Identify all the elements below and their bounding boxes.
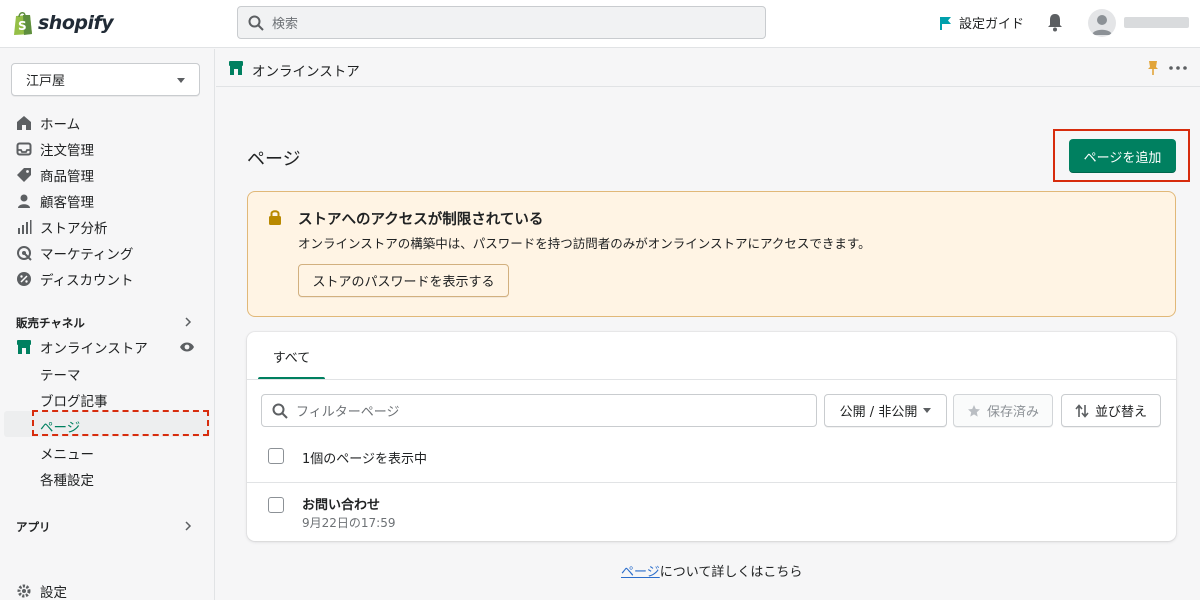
online-store-label: オンラインストア [40,341,148,357]
page-count-text: 1個のページを表示中 [302,452,428,467]
nav-item-products[interactable]: 商品管理 [16,165,94,185]
sales-channels-title: 販売チャネル [16,316,85,330]
lock-icon [269,210,281,225]
user-avatar[interactable] [1088,9,1116,37]
sidebar: 江戸屋 ホーム 注文管理 商品管理 顧客管理 ストア分析 マーケティング ディス… [0,49,215,600]
logo-text: shopify [38,12,114,34]
tab-divider [247,379,1176,380]
user-name-redacted[interactable] [1124,17,1189,28]
store-name: 江戸屋 [26,74,66,89]
gear-icon [17,584,31,598]
filter-placeholder: フィルターページ [296,405,400,420]
nav-item-discounts[interactable]: ディスカウント [16,269,134,289]
filter-pages-input[interactable]: フィルターページ [261,394,817,427]
store-selector[interactable]: 江戸屋 [11,63,200,96]
saved-button[interactable]: 保存済み [953,394,1053,427]
shopify-logo[interactable]: S shopify [12,10,114,36]
nav-label: マーケティング [40,247,134,263]
inbox-icon [16,142,32,156]
pages-list-card: すべて フィルターページ 公開 / 非公開 保存済み 並び替え 1個のページを表… [247,332,1176,541]
channel-title: オンラインストア [252,64,360,80]
notification-bell-icon[interactable] [1046,12,1064,32]
eye-icon[interactable] [179,341,195,353]
channel-header-bar: オンラインストア [216,49,1200,87]
storefront-icon [229,61,243,75]
user-icon [1092,15,1112,35]
page-row-date: 9月22日の17:59 [302,516,396,530]
nav-item-orders[interactable]: 注文管理 [16,139,94,159]
nav-item-analytics[interactable]: ストア分析 [16,217,108,237]
learn-more-link[interactable]: ページ [621,565,660,580]
chevron-right-icon[interactable] [184,317,192,327]
sort-button[interactable]: 並び替え [1061,394,1161,427]
setup-guide-label: 設定ガイド [959,17,1025,32]
search-icon [272,403,288,419]
select-all-checkbox[interactable] [268,448,284,464]
nav-label: ホーム [40,117,81,133]
add-page-button[interactable]: ページを追加 [1069,139,1176,173]
nav-item-home[interactable]: ホーム [16,113,80,133]
show-store-password-button[interactable]: ストアのパスワードを表示する [298,264,509,297]
star-icon [967,404,980,417]
caret-down-icon [923,408,932,413]
tab-all[interactable]: すべて [258,332,325,380]
more-horizontal-icon[interactable] [1169,66,1187,70]
page-row-title[interactable]: お問い合わせ [302,494,380,513]
settings-label: 設定 [40,585,67,600]
search-placeholder: 検索 [272,17,299,32]
flag-icon [940,16,951,30]
caret-down-icon [177,78,185,83]
saved-label: 保存済み [986,405,1039,420]
visibility-filter-label: 公開 / 非公開 [839,405,918,420]
global-search-input[interactable]: 検索 [237,6,766,39]
nav-label: 顧客管理 [40,195,94,211]
home-icon [17,116,31,130]
visibility-filter-button[interactable]: 公開 / 非公開 [824,394,947,427]
svg-text:S: S [18,19,27,33]
bar-chart-icon [18,220,32,234]
tag-icon [17,168,31,182]
nav-label: ディスカウント [40,273,134,289]
person-icon [18,194,30,208]
nav-item-settings[interactable]: 設定 [16,581,67,600]
apps-title: アプリ [16,520,51,534]
top-bar: S shopify 検索 設定ガイド [0,0,1200,48]
learn-more-footer: ページについて詳しくはこちら [621,561,802,580]
chevron-right-icon[interactable] [184,521,192,531]
sub-item-menus[interactable]: メニュー [40,443,94,463]
banner-title: ストアへのアクセスが制限されている [298,212,544,228]
nav-label: ストア分析 [40,221,108,237]
search-icon [248,15,264,31]
nav-label: 注文管理 [40,143,94,159]
nav-item-customers[interactable]: 顧客管理 [16,191,94,211]
setup-guide-link[interactable]: 設定ガイド [939,13,1024,32]
discount-icon [17,272,31,286]
nav-item-marketing[interactable]: マーケティング [16,243,133,263]
sub-item-preferences[interactable]: 各種設定 [40,469,94,489]
row-divider [247,482,1176,483]
pages-highlight-box [32,410,209,436]
sort-arrows-icon [1075,403,1089,418]
banner-body: オンラインストアの構築中は、パスワードを持つ訪問者のみがオンラインストアにアクセ… [298,236,871,251]
pin-icon[interactable] [1147,60,1159,76]
page-title: ページ [247,149,301,170]
row-checkbox[interactable] [268,497,284,513]
password-protection-banner: ストアへのアクセスが制限されている オンラインストアの構築中は、パスワードを持つ… [247,191,1176,317]
target-icon [17,246,32,261]
sort-label: 並び替え [1094,405,1147,420]
shopify-bag-icon: S [14,12,32,35]
nav-label: 商品管理 [40,169,94,185]
storefront-icon [17,340,31,354]
sub-item-themes[interactable]: テーマ [40,364,81,384]
learn-more-text: について詳しくはこちら [659,565,803,580]
sub-item-blog-posts[interactable]: ブログ記事 [40,390,108,410]
nav-item-online-store[interactable]: オンラインストア [16,337,148,357]
